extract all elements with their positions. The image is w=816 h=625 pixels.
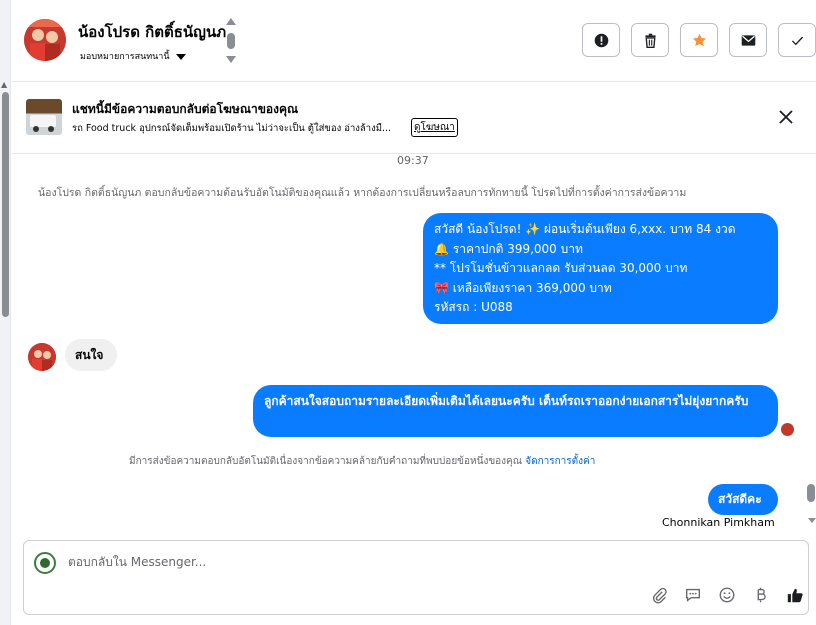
scroll-up-icon[interactable]: [226, 18, 236, 25]
agent-reply-bubble[interactable]: ลูกค้าสนใจสอบถามรายละเอียดเพิ่มเติมได้เล…: [253, 385, 778, 437]
emoji-button[interactable]: [716, 584, 738, 606]
smiley-icon: [719, 587, 735, 603]
customer-message-bubble[interactable]: สนใจ: [65, 339, 117, 371]
composer-tools: [648, 584, 806, 606]
sender-name: Chonnikan Pimkham: [662, 516, 775, 529]
welcome-line: รหัสรถ : U088: [434, 300, 513, 314]
left-scroll-thumb[interactable]: [2, 92, 9, 317]
message-timestamp: 09:37: [397, 154, 429, 167]
trash-icon: [644, 33, 656, 48]
check-icon: [791, 36, 803, 45]
left-scrollbar[interactable]: ▲: [0, 0, 11, 625]
chat-scroll-thumb[interactable]: [807, 484, 815, 502]
caret-down-icon: [175, 53, 186, 60]
star-button[interactable]: [680, 23, 718, 57]
welcome-line: ** โปรโมชั่นข้าวแลกลด รับส่วนลด 30,000 บ…: [434, 261, 688, 275]
star-icon: [692, 33, 706, 46]
conversation-actions: [582, 23, 816, 57]
reply-input[interactable]: [68, 555, 568, 569]
baht-icon: [757, 587, 766, 603]
delete-button[interactable]: [631, 23, 669, 57]
payment-button[interactable]: [750, 584, 772, 606]
page-avatar: [34, 552, 56, 574]
like-button[interactable]: [784, 584, 806, 606]
ad-thumbnail[interactable]: [26, 99, 62, 135]
thumbs-up-icon: [787, 588, 803, 603]
message-composer: [23, 540, 809, 615]
seen-indicator-avatar: [781, 423, 794, 436]
contact-name: น้องโปรด กิตติ์ธนัญนภ: [78, 23, 227, 41]
scroll-down-icon[interactable]: [226, 56, 236, 63]
alert-icon: [594, 33, 608, 47]
contact-avatar[interactable]: [24, 19, 66, 61]
chat-scroll-down-icon[interactable]: [808, 518, 816, 523]
scroll-up-arrow-icon[interactable]: ▲: [1, 80, 7, 89]
manage-settings-link[interactable]: จัดการการตั้งค่า: [525, 456, 595, 467]
conversation-header: น้องโปรด กิตติ์ธนัญนภ มอบหมายการสนทนานี้: [12, 0, 816, 82]
customer-avatar[interactable]: [28, 343, 56, 371]
close-icon: [779, 110, 793, 124]
paperclip-icon: [652, 587, 667, 604]
mark-unread-button[interactable]: [729, 23, 767, 57]
system-notice-welcome: น้องโปรด กิตติ์ธนัญนภ ตอบกลับข้อความต้อน…: [38, 187, 687, 199]
name-scroller[interactable]: [225, 18, 237, 66]
welcome-line: 🔔 ราคาปกติ 399,000 บาท: [434, 241, 583, 256]
mark-done-button[interactable]: [778, 23, 816, 57]
last-message-bubble[interactable]: สวัสดีคะ: [708, 484, 778, 515]
welcome-line: 🎀 เหลือเพียงราคา 369,000 บาท: [434, 280, 612, 295]
assign-conversation-label: มอบหมายการสนทนานี้: [80, 52, 170, 62]
scroll-thumb[interactable]: [227, 33, 235, 49]
view-ad-link[interactable]: ดูโฆษณา: [411, 118, 458, 137]
mark-spam-button[interactable]: [582, 23, 620, 57]
system-notice-auto-reply: มีการส่งข้อความตอบกลับอัตโนมัติเนื่องจาก…: [129, 454, 595, 469]
envelope-icon: [741, 34, 755, 46]
ad-banner-description: รถ Food truck อุปกรณ์จัดเต็มพร้อมเปิดร้า…: [72, 123, 392, 134]
ad-reply-banner: แชทนี้มีข้อความตอบกลับต่อโฆษณาของคุณ รถ …: [12, 82, 816, 154]
assign-conversation-dropdown[interactable]: มอบหมายการสนทนานี้: [80, 49, 186, 63]
chat-bubble-icon: [686, 588, 700, 602]
welcome-message-bubble[interactable]: สวัสดี น้องโปรด! ✨ ผ่อนเริ่มต้นเพียง 6,x…: [423, 213, 778, 324]
saved-replies-button[interactable]: [682, 584, 704, 606]
attach-button[interactable]: [648, 584, 670, 606]
close-banner-button[interactable]: [777, 108, 795, 126]
system-notice-auto-reply-text: มีการส่งข้อความตอบกลับอัตโนมัติเนื่องจาก…: [129, 456, 523, 467]
ad-banner-title: แชทนี้มีข้อความตอบกลับต่อโฆษณาของคุณ: [72, 102, 299, 116]
welcome-line: สวัสดี น้องโปรด! ✨ ผ่อนเริ่มต้นเพียง 6,x…: [434, 222, 736, 236]
